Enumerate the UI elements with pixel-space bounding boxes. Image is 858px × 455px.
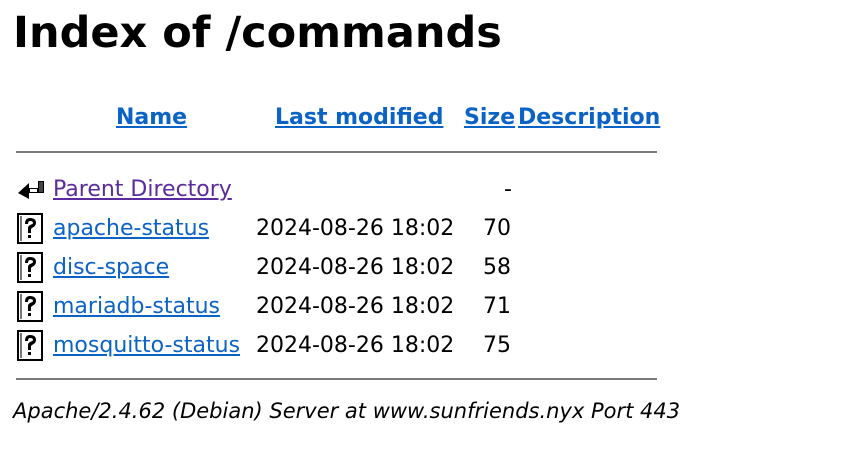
sort-by-last-modified-link[interactable]: Last modified (275, 103, 443, 133)
file-size: 58 (483, 255, 511, 280)
unknown-file-icon (16, 291, 46, 322)
table-row: disc-space 2024-08-26 18:02 58 (0, 248, 858, 287)
footer-divider (16, 378, 657, 380)
table-row-parent: Parent Directory - (0, 170, 858, 209)
header-divider (16, 151, 657, 153)
sort-by-name-link[interactable]: Name (116, 103, 187, 133)
unknown-file-icon (16, 252, 46, 283)
file-size: 70 (483, 216, 511, 241)
parent-size: - (504, 177, 512, 202)
unknown-file-icon (16, 213, 46, 244)
last-modified: 2024-08-26 18:02 (256, 255, 455, 280)
file-size: 75 (483, 333, 511, 358)
table-row: mariadb-status 2024-08-26 18:02 71 (0, 287, 858, 326)
last-modified: 2024-08-26 18:02 (256, 294, 455, 319)
back-arrow-icon (16, 174, 46, 205)
last-modified: 2024-08-26 18:02 (256, 333, 455, 358)
table-row: mosquitto-status 2024-08-26 18:02 75 (0, 326, 858, 365)
table-row: apache-status 2024-08-26 18:02 70 (0, 209, 858, 248)
file-size: 71 (483, 294, 511, 319)
sort-by-size-link[interactable]: Size (464, 103, 515, 133)
sort-by-description-link[interactable]: Description (518, 103, 660, 133)
server-signature: Apache/2.4.62 (Debian) Server at www.sun… (13, 399, 681, 423)
file-link-disc-space[interactable]: disc-space (53, 253, 169, 282)
file-link-mariadb-status[interactable]: mariadb-status (53, 292, 220, 321)
parent-directory-link[interactable]: Parent Directory (53, 175, 232, 204)
page-title: Index of /commands (13, 8, 502, 58)
file-link-mosquitto-status[interactable]: mosquitto-status (53, 331, 240, 360)
unknown-file-icon (16, 330, 46, 361)
last-modified: 2024-08-26 18:02 (256, 216, 455, 241)
file-link-apache-status[interactable]: apache-status (53, 214, 209, 243)
